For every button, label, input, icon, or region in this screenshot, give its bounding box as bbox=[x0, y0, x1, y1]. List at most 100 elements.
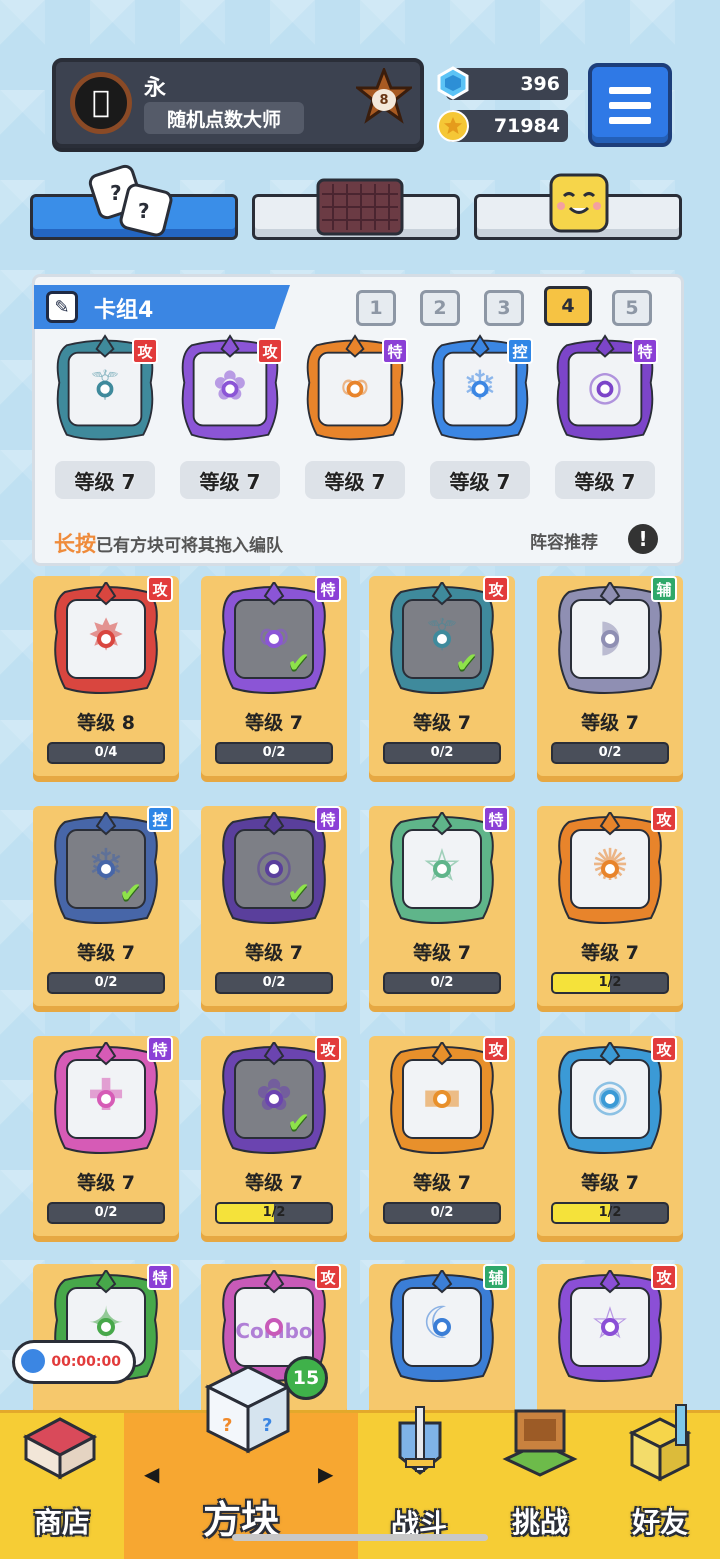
card-progress-text: 0/2 bbox=[94, 1205, 118, 1220]
board-icon bbox=[316, 178, 404, 236]
type-badge: 攻 bbox=[651, 1036, 677, 1062]
card-level: 等级 7 bbox=[245, 1172, 303, 1194]
shop-icon bbox=[22, 1417, 98, 1480]
hint-highlight: 长按 bbox=[54, 532, 96, 556]
deck-number-4[interactable]: 4 bbox=[544, 286, 592, 326]
type-badge: 特 bbox=[382, 338, 408, 364]
card-progress-bar: 0/2 bbox=[383, 1202, 501, 1224]
card-progress-bar: 0/2 bbox=[383, 972, 501, 994]
card-progress-bar: 1/2 bbox=[551, 1202, 669, 1224]
block-card[interactable]: ⛤ 特等级 7 0/2 bbox=[369, 806, 515, 1006]
block-card[interactable]: ✿ 攻✔等级 7 1/2 bbox=[201, 1036, 347, 1236]
card-level: 等级 7 bbox=[245, 712, 303, 734]
deck-slot-level: 等级 7 bbox=[555, 461, 655, 499]
card-progress-text: 1/2 bbox=[262, 1205, 286, 1220]
card-progress-text: 0/2 bbox=[598, 745, 622, 760]
nav-arrow-left-icon[interactable]: ◀ bbox=[144, 1462, 159, 1486]
block-card[interactable]: ☾ 辅 bbox=[369, 1264, 515, 1414]
smile-block-icon bbox=[549, 173, 609, 233]
equipped-check-icon: ✔ bbox=[287, 876, 311, 909]
card-level: 等级 7 bbox=[413, 942, 471, 964]
block-card[interactable]: ◉ 攻等级 7 1/2 bbox=[537, 1036, 683, 1236]
block-card[interactable]: ✸ 攻等级 8 0/4 bbox=[33, 576, 179, 776]
deck-slot[interactable]: ∞ 特 bbox=[300, 334, 410, 446]
card-level: 等级 7 bbox=[245, 942, 303, 964]
card-progress-text: 0/2 bbox=[262, 745, 286, 760]
challenge-icon bbox=[502, 1409, 578, 1477]
nav-friends[interactable]: 好友 bbox=[600, 1404, 720, 1559]
deck-number-1[interactable]: 1 bbox=[356, 290, 396, 326]
type-badge: 攻 bbox=[315, 1264, 341, 1290]
card-progress-bar: 0/2 bbox=[551, 742, 669, 764]
battle-icon bbox=[398, 1406, 442, 1475]
type-badge: 特 bbox=[483, 806, 509, 832]
card-progress-bar: 0/2 bbox=[215, 742, 333, 764]
pencil-icon[interactable]: ✎ bbox=[46, 291, 78, 323]
deck-number-2[interactable]: 2 bbox=[420, 290, 460, 326]
profile-card[interactable]:  永 随机点数大师 8 bbox=[52, 58, 424, 148]
equipped-check-icon: ✔ bbox=[287, 1106, 311, 1139]
card-progress-bar: 0/2 bbox=[383, 742, 501, 764]
type-badge: 攻 bbox=[483, 576, 509, 602]
clock-icon bbox=[18, 1346, 48, 1376]
card-level: 等级 7 bbox=[413, 712, 471, 734]
nav-shop[interactable]: 商店 bbox=[0, 1413, 124, 1559]
block-card[interactable]: ✺ 攻等级 7 1/2 bbox=[537, 806, 683, 1006]
nav-challenge[interactable]: 挑战 bbox=[480, 1409, 600, 1559]
friends-icon bbox=[628, 1404, 692, 1482]
card-progress-text: 0/4 bbox=[94, 745, 118, 760]
deck-number-5[interactable]: 5 bbox=[612, 290, 652, 326]
hint-rest: 已有方块可将其拖入编队 bbox=[96, 536, 283, 556]
card-progress-text: 0/2 bbox=[430, 745, 454, 760]
menu-button[interactable] bbox=[588, 63, 672, 147]
type-badge: 攻 bbox=[651, 806, 677, 832]
block-card[interactable]: ✚ 特等级 7 0/2 bbox=[33, 1036, 179, 1236]
card-progress-text: 0/2 bbox=[430, 1205, 454, 1220]
deck-slot[interactable]: ✿ 攻 bbox=[175, 334, 285, 446]
card-progress-bar: 1/2 bbox=[551, 972, 669, 994]
blocks-count-badge: 15 bbox=[284, 1356, 328, 1400]
home-indicator bbox=[232, 1534, 488, 1541]
info-icon[interactable]: ! bbox=[628, 524, 658, 554]
svg-text:?: ? bbox=[262, 1415, 272, 1436]
block-card[interactable]: ◗ 辅等级 7 0/2 bbox=[537, 576, 683, 776]
equipped-check-icon: ✔ bbox=[455, 646, 479, 679]
type-badge: 控 bbox=[507, 338, 533, 364]
block-card[interactable]: ◎ 特✔等级 7 0/2 bbox=[201, 806, 347, 1006]
block-card[interactable]: ∞ 特✔等级 7 0/2 bbox=[201, 576, 347, 776]
block-card[interactable]: ⚚ 攻✔等级 7 0/2 bbox=[369, 576, 515, 776]
card-progress-bar: 0/2 bbox=[47, 1202, 165, 1224]
lineup-recommend-link[interactable]: 阵容推荐 bbox=[530, 528, 598, 553]
card-level: 等级 7 bbox=[77, 1172, 135, 1194]
block-card[interactable]: ▬ 攻等级 7 0/2 bbox=[369, 1036, 515, 1236]
type-badge: 攻 bbox=[651, 1264, 677, 1290]
type-badge: 攻 bbox=[257, 338, 283, 364]
type-badge: 特 bbox=[632, 338, 658, 364]
card-progress-bar: 0/2 bbox=[47, 972, 165, 994]
type-badge: 特 bbox=[147, 1036, 173, 1062]
type-badge: 攻 bbox=[132, 338, 158, 364]
deck-slot-level: 等级 7 bbox=[305, 461, 405, 499]
card-level: 等级 8 bbox=[77, 712, 135, 734]
deck-label: 卡组4 bbox=[94, 298, 154, 323]
card-progress-text: 0/2 bbox=[430, 975, 454, 990]
nav-arrow-right-icon[interactable]: ▶ bbox=[318, 1462, 333, 1486]
block-card[interactable]: ☆ 攻 bbox=[537, 1264, 683, 1414]
type-badge: 特 bbox=[315, 806, 341, 832]
avatar:  bbox=[70, 72, 132, 134]
deck-slot-level: 等级 7 bbox=[180, 461, 280, 499]
card-level: 等级 7 bbox=[77, 942, 135, 964]
deck-number-3[interactable]: 3 bbox=[484, 290, 524, 326]
deck-slot-level: 等级 7 bbox=[430, 461, 530, 499]
apple-icon:  bbox=[92, 88, 110, 118]
card-level: 等级 7 bbox=[581, 1172, 639, 1194]
type-badge: 特 bbox=[315, 576, 341, 602]
gem-icon bbox=[437, 66, 469, 100]
deck-slot[interactable]: ⚚ 攻 bbox=[50, 334, 160, 446]
deck-slot[interactable]: ❄ 控 bbox=[425, 334, 535, 446]
deck-slot[interactable]: ◎ 特 bbox=[550, 334, 660, 446]
block-card[interactable]: ✦ 特 bbox=[33, 1264, 179, 1414]
block-card[interactable]: ❄ 控✔等级 7 0/2 bbox=[33, 806, 179, 1006]
type-badge: 攻 bbox=[147, 576, 173, 602]
type-badge: 控 bbox=[147, 806, 173, 832]
